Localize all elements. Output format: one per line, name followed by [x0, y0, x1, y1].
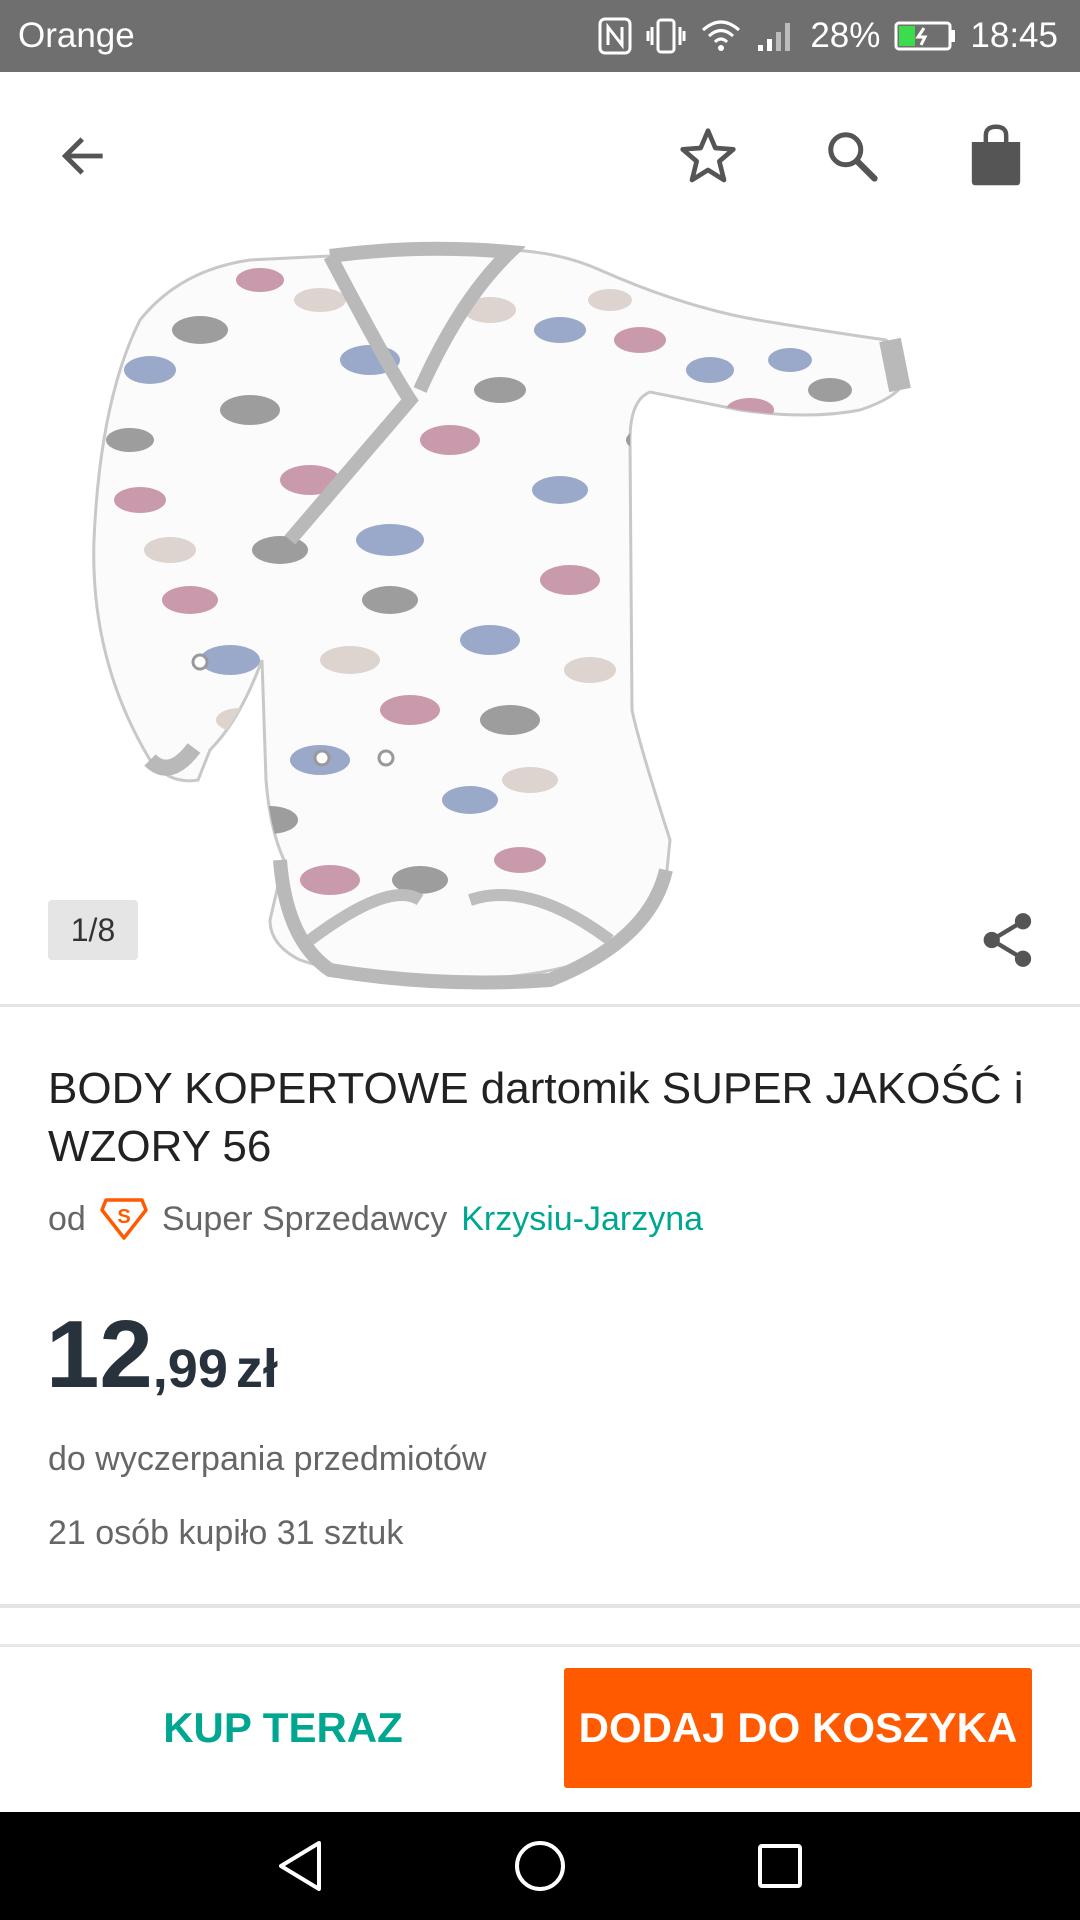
search-button[interactable] — [804, 108, 900, 204]
image-counter: 1/8 — [48, 900, 138, 960]
buy-now-button[interactable]: KUP TERAZ — [48, 1668, 518, 1788]
triangle-back-icon — [279, 1841, 321, 1891]
cart-button[interactable] — [948, 108, 1044, 204]
star-outline-icon — [680, 128, 736, 183]
favorite-button[interactable] — [660, 108, 756, 204]
app-bar — [0, 72, 1080, 240]
battery-percent: 28% — [810, 16, 881, 55]
battery-icon — [894, 20, 956, 52]
action-bar-divider — [0, 1644, 1080, 1647]
price-cents: ,99 — [152, 1339, 228, 1399]
carrier-name: Orange — [18, 16, 135, 55]
back-button[interactable] — [36, 108, 132, 204]
product-gallery[interactable]: 1/8 — [0, 240, 1080, 1004]
seller-type: Super Sprzedawcy — [161, 1199, 448, 1238]
share-icon — [983, 913, 1032, 967]
super-seller-badge-icon: S — [100, 1198, 148, 1240]
nav-home-button[interactable] — [490, 1826, 590, 1906]
share-button[interactable] — [968, 900, 1048, 980]
signal-icon — [756, 19, 796, 53]
gallery-divider — [0, 1004, 1080, 1007]
action-bar: KUP TERAZ DODAJ DO KOSZYKA — [0, 1648, 1080, 1812]
vibrate-icon — [646, 17, 686, 55]
seller-prefix: od — [48, 1199, 86, 1238]
nfc-icon — [598, 17, 632, 55]
square-recents-icon — [758, 1844, 802, 1888]
price-main: 12 — [46, 1301, 153, 1408]
clock: 18:45 — [970, 16, 1058, 55]
seller-row: od S Super Sprzedawcy Krzysiu-Jarzyna — [48, 1192, 703, 1246]
status-icons: 28% 18:45 — [598, 12, 1058, 60]
price: 12,99 zł — [46, 1300, 278, 1410]
status-bar: Orange 28% 18:45 — [0, 0, 1080, 72]
product-image[interactable] — [90, 240, 1010, 1004]
price-currency: zł — [235, 1339, 278, 1399]
nav-back-button[interactable] — [250, 1826, 350, 1906]
search-icon — [828, 132, 878, 182]
sold-count-text: 21 osób kupiło 31 sztuk — [48, 1514, 404, 1552]
circle-home-icon — [515, 1841, 565, 1891]
product-title: BODY KOPERTOWE dartomik SUPER JAKOŚĆ i W… — [48, 1064, 1024, 1171]
shopping-bag-icon — [971, 124, 1021, 186]
availability-text: do wyczerpania przedmiotów — [48, 1440, 487, 1478]
svg-text:S: S — [117, 1206, 130, 1228]
section-divider — [0, 1604, 1080, 1608]
seller-name-link[interactable]: Krzysiu-Jarzyna — [461, 1200, 703, 1239]
nav-recents-button[interactable] — [730, 1826, 830, 1906]
add-to-cart-button[interactable]: DODAJ DO KOSZYKA — [564, 1668, 1032, 1788]
arrow-back-icon — [61, 137, 103, 175]
system-nav-bar — [0, 1812, 1080, 1920]
wifi-icon — [700, 18, 742, 54]
